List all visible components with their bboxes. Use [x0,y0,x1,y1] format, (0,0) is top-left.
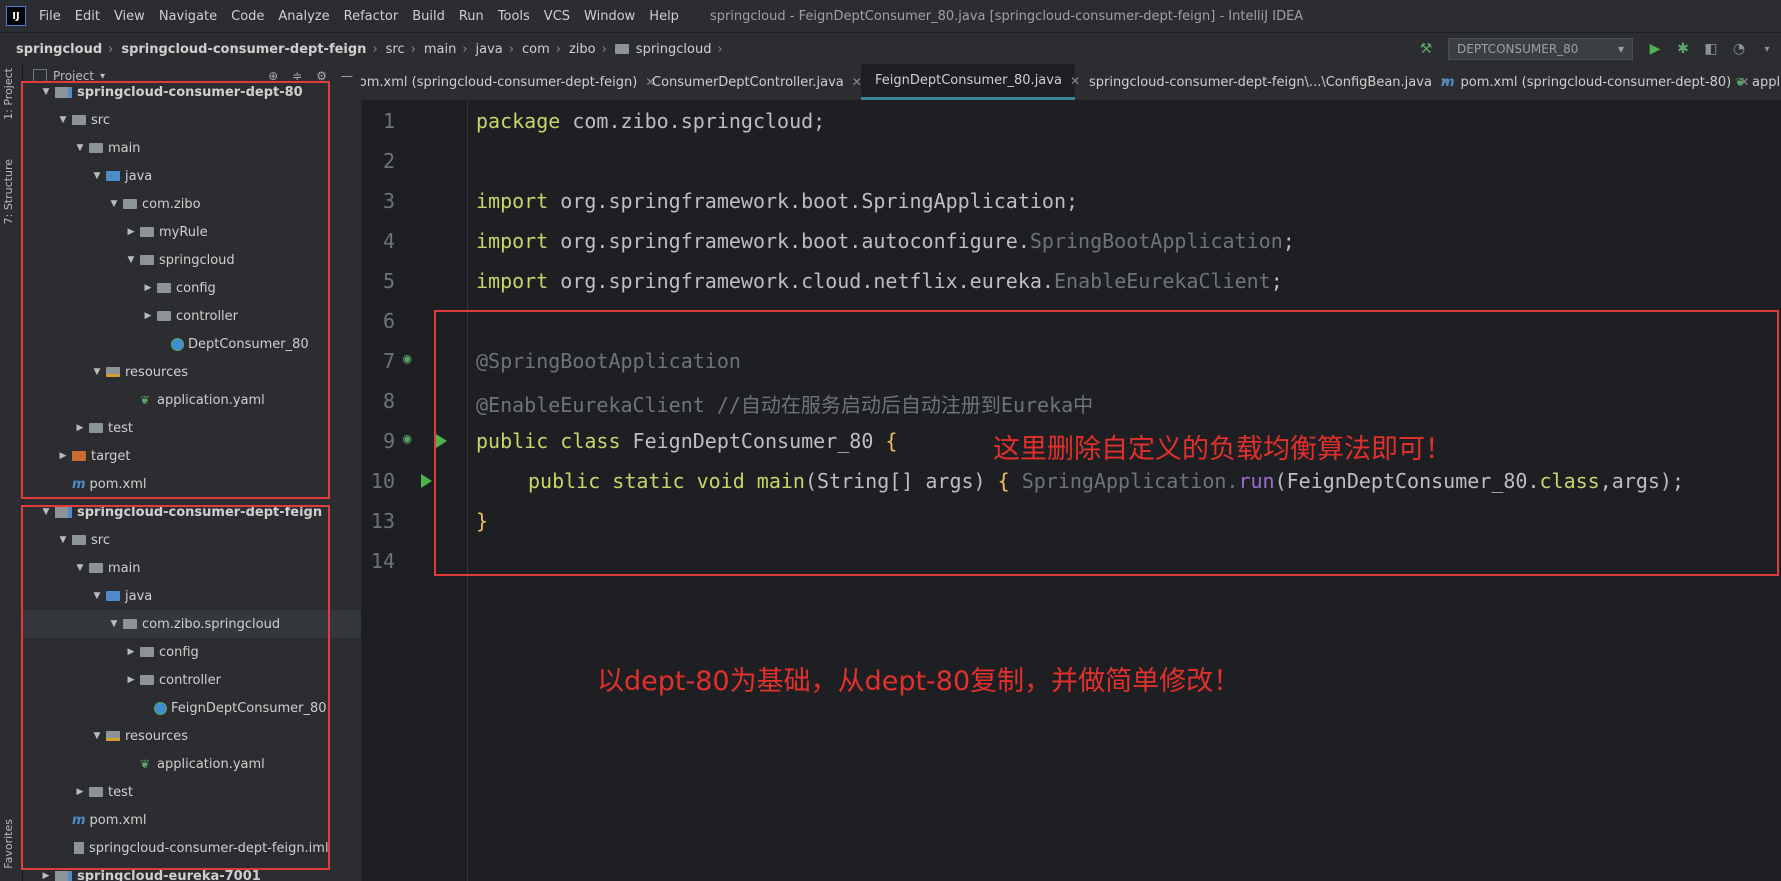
breadcrumb-item[interactable]: java [474,42,505,57]
code-line: 5 import org.springframework.cloud.netfl… [361,261,1781,301]
line-number: 3 [382,189,395,213]
line-number: 5 [382,269,395,293]
line-number: 8 [382,389,395,413]
module-icon [55,870,72,881]
toolbar-right: ⚒ DEPTCONSUMER_80 ▾ ▶ ✱ ◧ ◔ ▾ [1412,33,1781,65]
highlight-box-dept-feign [21,505,330,870]
breadcrumb-item[interactable]: springcloud-consumer-dept-feign [119,42,368,57]
line-number: 7 [382,349,395,373]
code-line: 3 import org.springframework.boot.Spring… [361,181,1781,221]
window-title: springcloud - FeignDeptConsumer_80.java … [709,8,1304,24]
collapsed-arrow-icon[interactable]: ▶ [39,871,53,881]
menu-window[interactable]: Window [577,9,642,24]
menu-view[interactable]: View [107,9,152,24]
breadcrumb-item[interactable]: com [520,42,552,57]
code-line: 2 [361,141,1781,181]
profiler-icon[interactable]: ◔ [1728,38,1750,60]
tab-pom-feign[interactable]: mpom.xml (springcloud-consumer-dept-feig… [361,64,655,100]
build-hammer-icon[interactable]: ⚒ [1415,38,1437,60]
tab-project-tool[interactable]: 1: Project [2,68,15,120]
chevron-right-icon: › [372,41,378,57]
breadcrumb-item[interactable]: zibo [567,42,598,57]
code-line: 4 import org.springframework.boot.autoco… [361,221,1781,261]
close-icon[interactable]: ✕ [1070,74,1080,88]
chevron-right-icon: › [508,41,514,57]
annotation-bottom-note: 以dept-80为基础，从dept-80复制，并做简单修改！ [597,666,1241,697]
intellij-logo-icon: IJ [6,6,26,26]
yaml-leaf-icon: ❦ [1735,74,1746,89]
chevron-right-icon: › [462,41,468,57]
chevron-down-icon: ▾ [1617,42,1624,56]
chevron-right-icon: › [410,41,416,57]
folder-icon [614,44,629,54]
run-config-select[interactable]: DEPTCONSUMER_80 ▾ [1448,38,1633,60]
line-number: 1 [382,109,395,133]
breadcrumb: springcloud › springcloud-consumer-dept-f… [0,32,1781,65]
tab-config-bean[interactable]: springcloud-consumer-dept-feign\...\Conf… [1083,64,1450,100]
left-tool-strip: 1: Project 7: Structure Favorites [0,64,23,881]
chevron-right-icon: › [717,41,723,57]
editor-tabs: mpom.xml (springcloud-consumer-dept-feig… [361,64,1781,101]
chevron-right-icon: › [555,41,561,57]
menu-file[interactable]: File [32,9,68,24]
breadcrumb-item[interactable]: src [384,42,407,57]
debug-icon[interactable]: ✱ [1672,38,1694,60]
menu-tools[interactable]: Tools [491,9,537,24]
menu-bar: IJ File Edit View Navigate Code Analyze … [0,0,1781,32]
line-number: 6 [382,309,395,333]
run-icon[interactable]: ▶ [1644,38,1666,60]
chevron-right-icon: › [108,41,114,57]
menu-run[interactable]: Run [452,9,491,24]
run-gutter-icon[interactable] [421,474,432,488]
highlight-box-dept-80 [21,81,330,499]
line-number: 9 [382,429,395,453]
menu-edit[interactable]: Edit [68,9,107,24]
line-number: 14 [370,549,395,573]
line-number: 4 [382,229,395,253]
tab-pom-dept-80[interactable]: m pom.xml (springcloud-consumer-dept-80) ✕ [1441,64,1749,100]
tab-application-yaml[interactable]: ❦ appli [1733,64,1781,100]
breadcrumb-item[interactable]: springcloud [14,42,104,57]
run-config-label: DEPTCONSUMER_80 [1457,42,1579,56]
line-number: 13 [370,509,395,533]
tab-structure-tool[interactable]: 7: Structure [2,159,15,224]
menu-help[interactable]: Help [642,9,686,24]
menu-code[interactable]: Code [224,9,271,24]
spring-bean-gutter-icon[interactable]: ◉ [403,431,411,447]
tab-favorites-tool[interactable]: Favorites [2,819,15,869]
menu-analyze[interactable]: Analyze [271,9,336,24]
menu-navigate[interactable]: Navigate [152,9,224,24]
breadcrumb-item[interactable]: main [422,42,458,57]
menu-vcs[interactable]: VCS [537,9,577,24]
more-chevron-icon[interactable]: ▾ [1756,38,1778,60]
chevron-right-icon: › [601,41,607,57]
menu-refactor[interactable]: Refactor [337,9,406,24]
line-number: 2 [382,149,395,173]
maven-icon: m [1441,74,1455,90]
tab-feign-dept-consumer[interactable]: FeignDeptConsumer_80.java ✕ [861,64,1080,100]
breadcrumb-item[interactable]: springcloud [634,42,714,57]
spring-bean-gutter-icon[interactable]: ◉ [403,351,411,367]
line-number: 10 [370,469,395,493]
code-line: 1 package com.zibo.springcloud; [361,101,1781,141]
coverage-icon[interactable]: ◧ [1700,38,1722,60]
menu-build[interactable]: Build [405,9,452,24]
highlight-box-code [434,310,1779,576]
tab-consumer-dept-controller[interactable]: ConsumerDeptController.java ✕ [646,64,862,100]
